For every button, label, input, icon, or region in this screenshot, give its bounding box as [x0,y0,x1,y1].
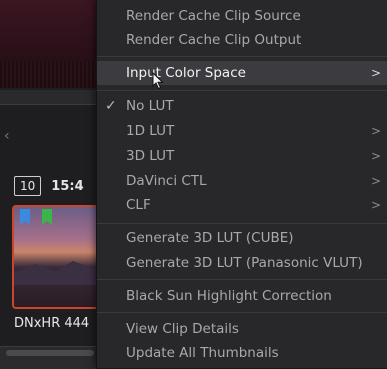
chevron-right-icon: > [370,174,381,188]
mouse-cursor-icon [152,72,164,90]
menu-item-view-clip-details[interactable]: View Clip Details [97,317,387,341]
viewer-preview [0,0,96,88]
chevron-right-icon: > [370,198,381,212]
menu-item-update-all-thumbnails[interactable]: Update All Thumbnails [97,341,387,365]
menu-separator [97,90,387,91]
blue-flag-icon [20,209,30,225]
menu-separator [97,56,387,57]
panel-nav-arrow-icon[interactable]: ‹ [4,128,10,144]
clip-name-label: DNxHR 444 [14,316,90,331]
menu-item-render-cache-clip-source[interactable]: Render Cache Clip Source [97,4,387,28]
menu-item-no-lut[interactable]: ✓ No LUT [97,94,387,118]
chevron-right-icon: > [370,149,381,163]
menu-item-generate-3d-lut-cube[interactable]: Generate 3D LUT (CUBE) [97,226,387,250]
horizontal-scrollbar[interactable] [6,350,94,356]
menu-item-1d-lut[interactable]: 1D LUT > [97,119,387,143]
checkmark-icon: ✓ [105,98,117,114]
menu-item-3d-lut[interactable]: 3D LUT > [97,144,387,168]
green-flag-icon [42,209,52,225]
chevron-right-icon: > [370,124,381,138]
clip-number-badge: 10 [14,176,42,196]
menu-item-davinci-ctl[interactable]: DaVinci CTL > [97,169,387,193]
menu-item-black-sun-highlight-correction[interactable]: Black Sun Highlight Correction [97,284,387,308]
menu-item-generate-3d-lut-panasonic-vlut[interactable]: Generate 3D LUT (Panasonic VLUT) [97,251,387,275]
menu-separator [97,312,387,313]
chevron-right-icon: > [370,66,381,80]
clip-thumbnail[interactable] [12,205,100,309]
menu-separator [97,223,387,224]
menu-separator [97,279,387,280]
clip-context-menu: Render Cache Clip Source Render Cache Cl… [96,0,387,368]
media-pool-panel: ‹ 10 15:4 DNxHR 444 [0,0,100,369]
menu-item-input-color-space[interactable]: Input Color Space > [97,61,387,85]
clip-meta-row: 10 15:4 [14,176,84,196]
timeline-ruler[interactable] [0,90,96,105]
menu-item-clf[interactable]: CLF > [97,193,387,217]
clip-timecode: 15:4 [51,178,84,194]
menu-item-render-cache-clip-output[interactable]: Render Cache Clip Output [97,28,387,52]
